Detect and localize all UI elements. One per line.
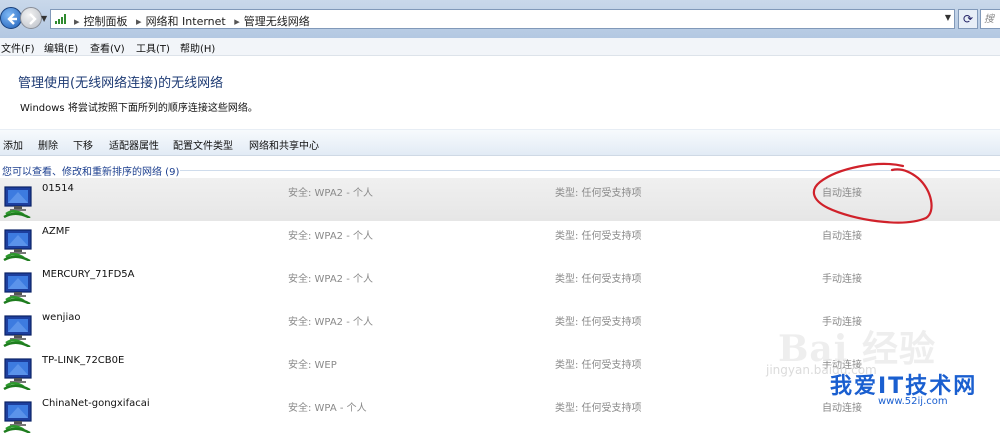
network-security: 安全: WPA - 个人	[288, 403, 367, 414]
signal-bars-icon	[55, 14, 66, 24]
network-type: 类型: 任何受支持项	[555, 274, 642, 285]
network-connection-mode: 手动连接	[822, 317, 862, 328]
network-type: 类型: 任何受支持项	[555, 360, 642, 371]
menu-view[interactable]: 查看(V)	[90, 40, 125, 55]
network-name: TP-LINK_72CB0E	[42, 355, 125, 366]
page-title: 管理使用(无线网络连接)的无线网络	[18, 76, 224, 91]
network-type: 类型: 任何受支持项	[555, 403, 642, 414]
breadcrumb-item-manage-wireless[interactable]: 管理无线网络	[244, 15, 310, 28]
network-sharing-center-button[interactable]: 网络和共享中心	[249, 137, 319, 152]
breadcrumb-item-control-panel[interactable]: 控制面板	[84, 15, 128, 28]
forward-arrow-icon	[29, 13, 37, 25]
delete-button[interactable]: 删除	[38, 137, 58, 152]
adapter-properties-button[interactable]: 适配器属性	[109, 137, 159, 152]
breadcrumb-item-network-internet[interactable]: 网络和 Internet	[146, 15, 226, 28]
address-input[interactable]: ▸ 控制面板 ▸ 网络和 Internet ▸ 管理无线网络 ▼	[50, 9, 955, 29]
network-row[interactable]: TP-LINK_72CB0E 安全: WEP 类型: 任何受支持项 手动连接	[0, 350, 1000, 393]
network-name: AZMF	[42, 226, 71, 237]
network-row[interactable]: MERCURY_71FD5A 安全: WPA2 - 个人 类型: 任何受支持项 手动连…	[0, 264, 1000, 307]
menu-help[interactable]: 帮助(H)	[180, 40, 215, 55]
network-name: ChinaNet-gongxifacai	[42, 398, 150, 409]
recent-pages-dropdown[interactable]: ▼	[41, 14, 47, 23]
profile-type-button[interactable]: 配置文件类型	[173, 137, 233, 152]
menu-file[interactable]: 文件(F)	[1, 40, 35, 55]
wireless-network-monitor-icon	[3, 272, 32, 304]
menu-tools[interactable]: 工具(T)	[136, 40, 170, 55]
red-circle-annotation	[812, 162, 933, 224]
network-row[interactable]: wenjiao 安全: WPA2 - 个人 类型: 任何受支持项 手动连接	[0, 307, 1000, 350]
network-type: 类型: 任何受支持项	[555, 317, 642, 328]
network-security: 安全: WEP	[288, 360, 337, 371]
network-security: 安全: WPA2 - 个人	[288, 274, 373, 285]
network-name: wenjiao	[42, 312, 81, 323]
network-connection-mode: 手动连接	[822, 360, 862, 371]
network-connection-mode: 自动连接	[822, 403, 862, 414]
wireless-network-monitor-icon	[3, 229, 32, 261]
wireless-network-monitor-icon	[3, 358, 32, 390]
group-header[interactable]: 您可以查看、修改和重新排序的网络 (9)	[2, 163, 179, 178]
network-name: MERCURY_71FD5A	[42, 269, 135, 280]
back-arrow-icon	[7, 13, 17, 25]
refresh-button[interactable]: ⟳	[958, 9, 978, 29]
network-security: 安全: WPA2 - 个人	[288, 231, 373, 242]
network-security: 安全: WPA2 - 个人	[288, 188, 373, 199]
network-type: 类型: 任何受支持项	[555, 231, 642, 242]
network-security: 安全: WPA2 - 个人	[288, 317, 373, 328]
network-row[interactable]: ChinaNet-gongxifacai 安全: WPA - 个人 类型: 任何受支…	[0, 393, 1000, 436]
add-button[interactable]: 添加	[3, 137, 23, 152]
wireless-network-monitor-icon	[3, 186, 32, 218]
network-type: 类型: 任何受支持项	[555, 188, 642, 199]
search-input[interactable]: 搜	[980, 9, 1000, 29]
page-subtitle: Windows 将尝试按照下面所列的顺序连接这些网络。	[20, 103, 258, 114]
breadcrumb: ▸ 控制面板 ▸ 网络和 Internet ▸ 管理无线网络	[74, 15, 310, 28]
refresh-icon: ⟳	[962, 12, 974, 26]
menu-edit[interactable]: 编辑(E)	[44, 40, 78, 55]
forward-button[interactable]	[20, 7, 42, 29]
address-dropdown-icon[interactable]: ▼	[945, 13, 951, 22]
network-connection-mode: 手动连接	[822, 274, 862, 285]
address-bar-area: ▼ ▸ 控制面板 ▸ 网络和 Internet ▸ 管理无线网络 ▼ ⟳ 搜	[0, 0, 1000, 38]
wireless-network-monitor-icon	[3, 315, 32, 347]
back-button[interactable]	[0, 7, 22, 29]
command-bar: 添加 删除 下移 适配器属性 配置文件类型 网络和共享中心	[0, 129, 1000, 156]
move-down-button[interactable]: 下移	[73, 137, 93, 152]
wireless-network-monitor-icon	[3, 401, 32, 433]
menu-bar: 文件(F) 编辑(E) 查看(V) 工具(T) 帮助(H)	[0, 38, 1000, 56]
network-name: 01514	[42, 183, 74, 194]
